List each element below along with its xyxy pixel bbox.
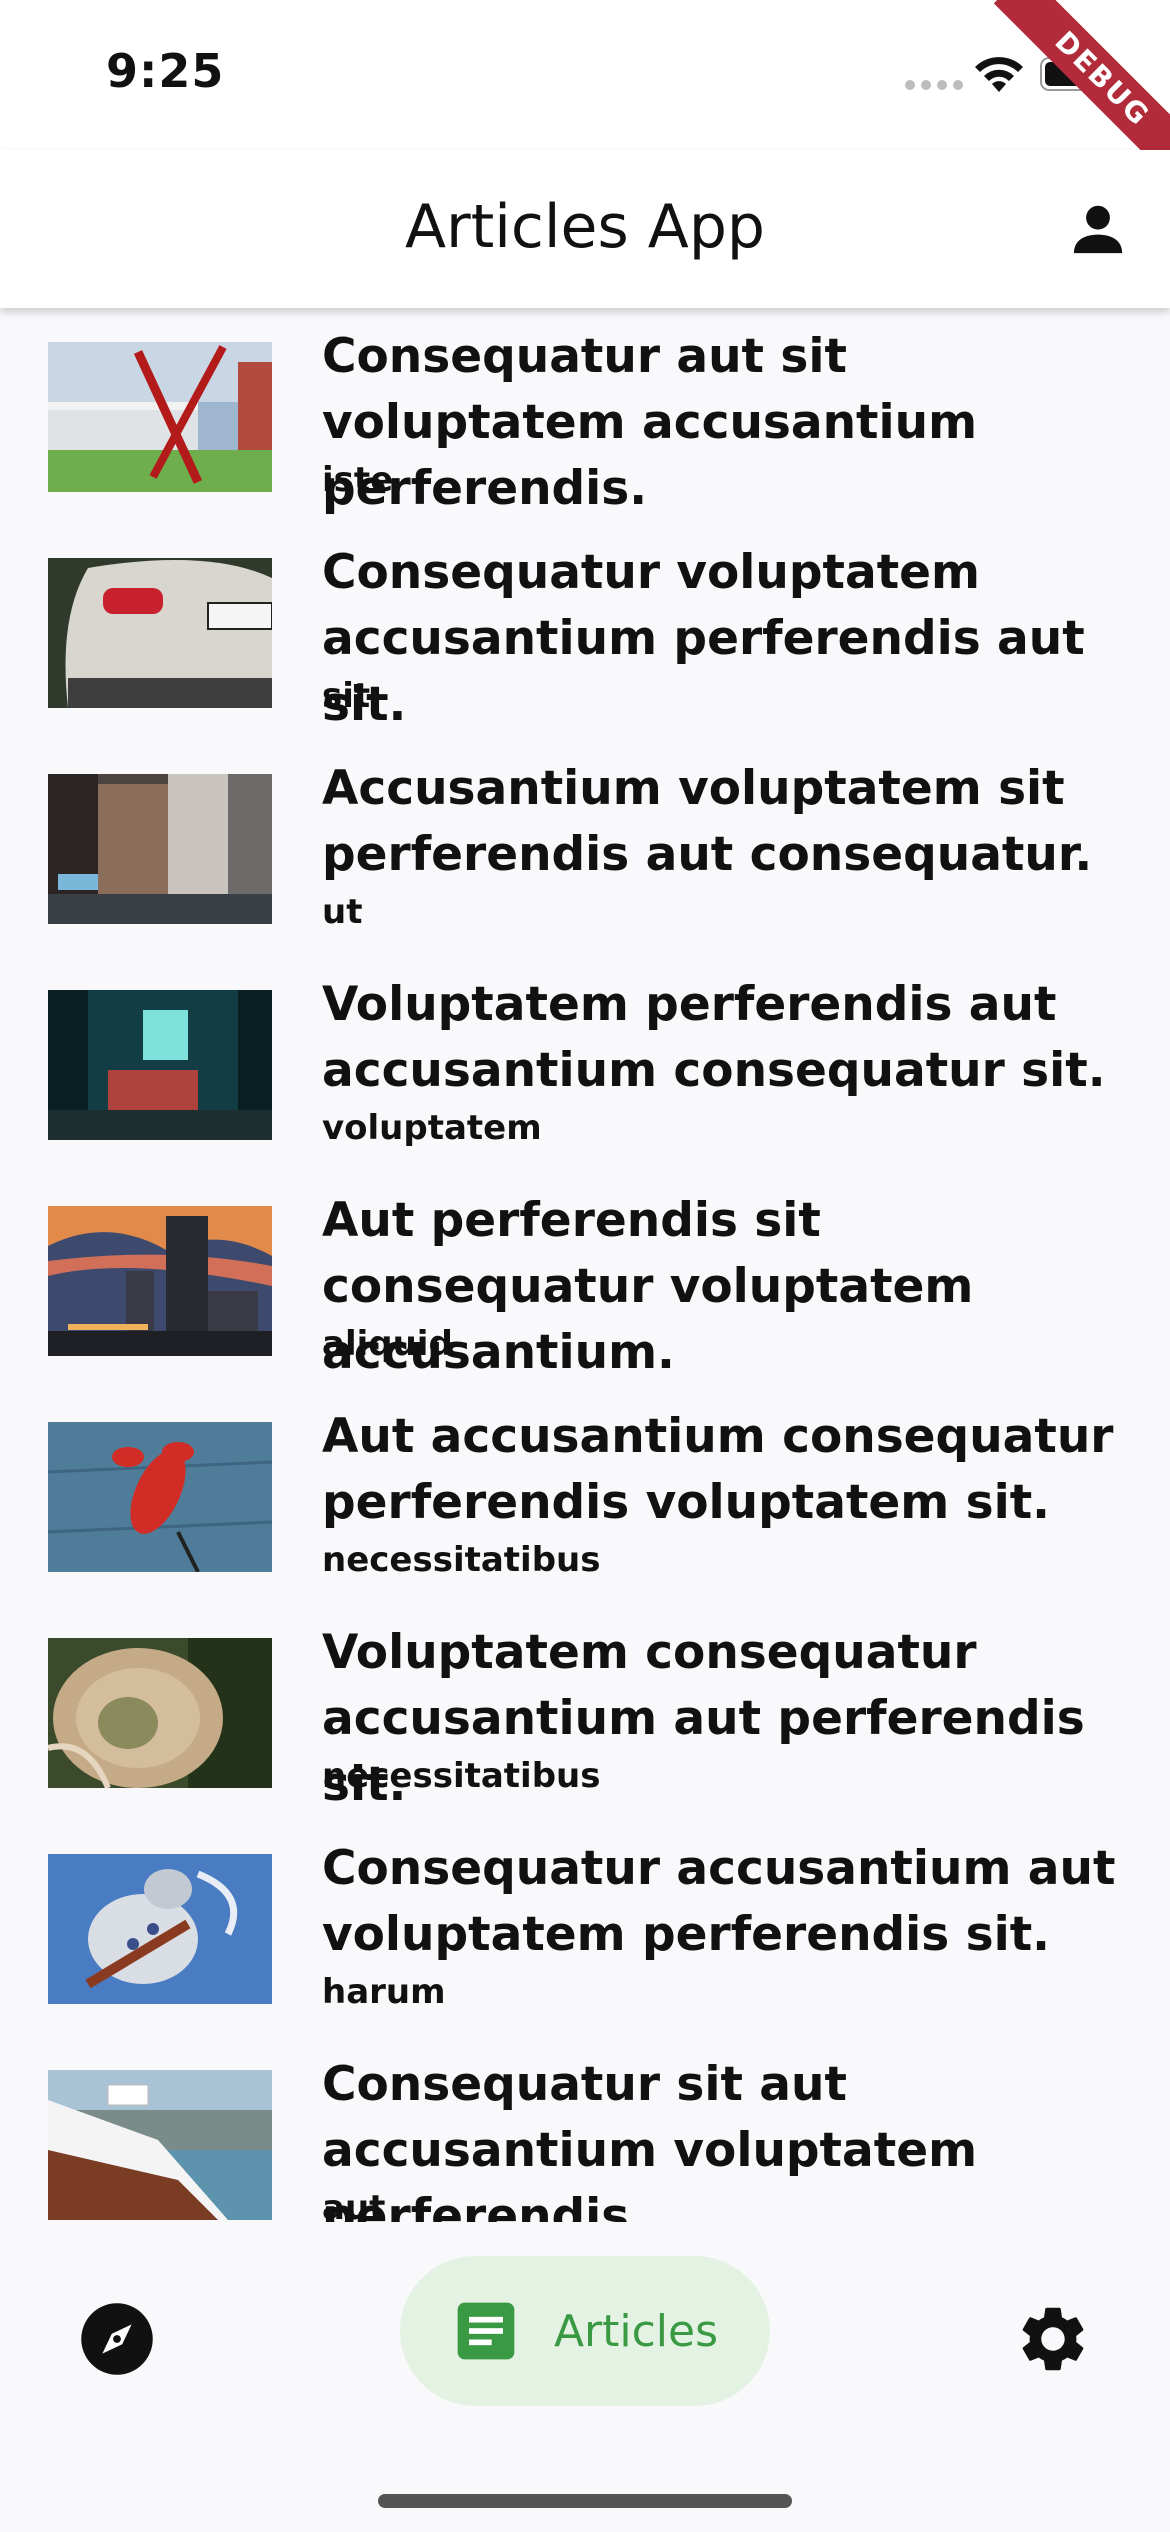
article-thumbnail <box>48 774 272 924</box>
article-tag: necessitatibus <box>322 1756 601 1796</box>
article-thumbnail <box>48 1638 272 1788</box>
list-item[interactable]: Accusantium voluptatem sit perferendis a… <box>0 744 1170 960</box>
bottom-navigation: Articles <box>0 2222 1170 2532</box>
list-item[interactable]: Aut accusantium consequatur perferendis … <box>0 1392 1170 1608</box>
article-tag: aut <box>322 2188 386 2222</box>
list-item[interactable]: Voluptatem consequatur accusantium aut p… <box>0 1608 1170 1824</box>
status-time: 9:25 <box>106 44 225 98</box>
article-thumbnail <box>48 1854 272 2004</box>
article-tag: sit <box>322 676 371 716</box>
list-item[interactable]: Consequatur accusantium aut voluptatem p… <box>0 1824 1170 2040</box>
cellular-signal-icon <box>905 80 963 90</box>
nav-articles-tab[interactable]: Articles <box>400 2256 770 2406</box>
article-thumbnail <box>48 1206 272 1356</box>
article-tag: aliquid <box>322 1324 453 1364</box>
article-thumbnail <box>48 2070 272 2220</box>
article-tag: ut <box>322 892 363 932</box>
article-tag: harum <box>322 1972 446 2012</box>
article-title: Consequatur aut sit voluptatem accusanti… <box>322 329 978 516</box>
article-title: Consequatur accusantium aut voluptatem p… <box>322 1841 1116 1962</box>
article-thumbnail <box>48 342 272 492</box>
article-title: Voluptatem perferendis aut accusantium c… <box>322 977 1106 1098</box>
status-bar: 9:25 DEBUG <box>0 0 1170 188</box>
article-thumbnail <box>48 558 272 708</box>
gear-icon[interactable] <box>1014 2300 1092 2378</box>
list-item[interactable]: Aut perferendis sit consequatur voluptat… <box>0 1176 1170 1392</box>
article-tag: iste <box>322 460 394 500</box>
article-title: Consequatur voluptatem accusantium perfe… <box>322 545 1085 732</box>
article-tag: voluptatem <box>322 1108 542 1148</box>
list-item[interactable]: Consequatur voluptatem accusantium perfe… <box>0 528 1170 744</box>
article-icon <box>457 2302 515 2360</box>
article-thumbnail <box>48 990 272 1140</box>
wifi-icon <box>975 57 1023 92</box>
list-item[interactable]: Consequatur aut sit voluptatem accusanti… <box>0 312 1170 528</box>
home-indicator <box>378 2494 792 2508</box>
list-item[interactable]: Consequatur sit aut accusantium voluptat… <box>0 2040 1170 2222</box>
article-title: Accusantium voluptatem sit perferendis a… <box>322 761 1093 882</box>
article-tag: necessitatibus <box>322 1540 601 1580</box>
article-title: Consequatur sit aut accusantium voluptat… <box>322 2057 978 2222</box>
app-bar: Articles App <box>0 150 1170 308</box>
person-icon[interactable] <box>1064 195 1132 263</box>
nav-articles-label: Articles <box>553 2305 719 2357</box>
list-item[interactable]: Voluptatem perferendis aut accusantium c… <box>0 960 1170 1176</box>
article-list[interactable]: Consequatur aut sit voluptatem accusanti… <box>0 312 1170 2222</box>
compass-icon[interactable] <box>78 2300 156 2378</box>
page-title: Articles App <box>404 192 766 262</box>
article-title: Aut accusantium consequatur perferendis … <box>322 1409 1114 1530</box>
article-thumbnail <box>48 1422 272 1572</box>
